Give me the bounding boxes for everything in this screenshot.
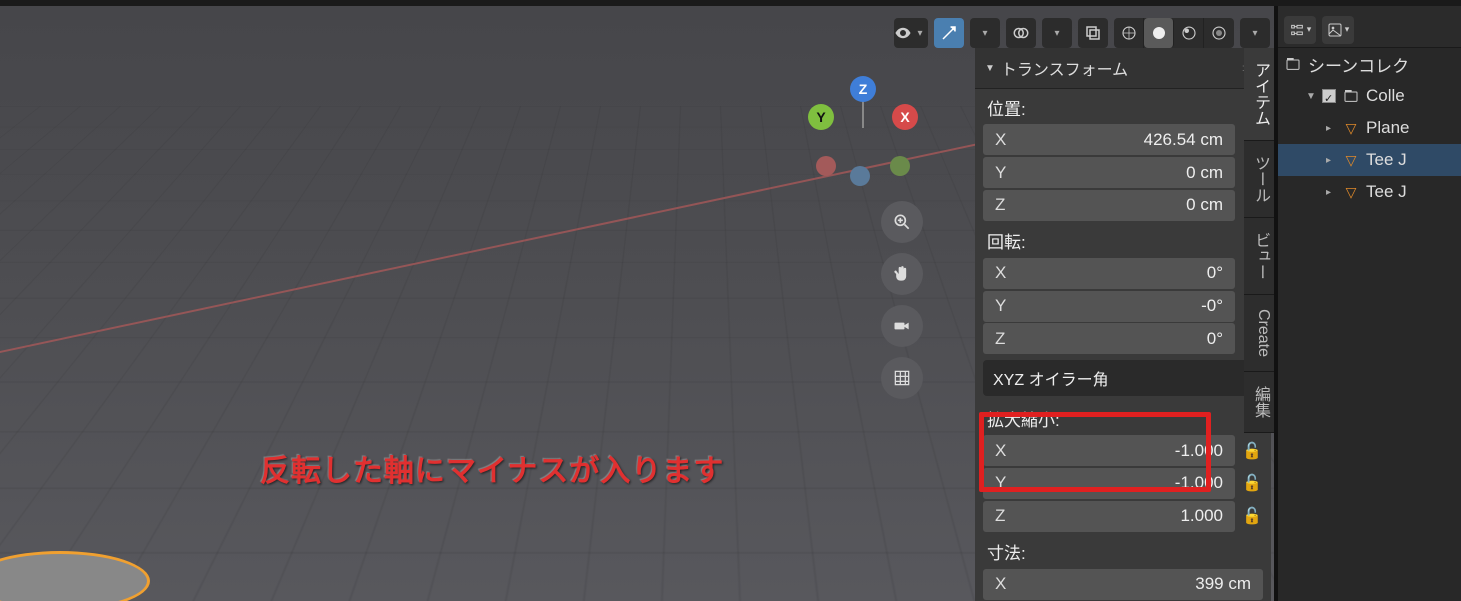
mesh-icon: ▽ bbox=[1342, 183, 1360, 201]
pan-button[interactable] bbox=[881, 253, 923, 295]
gizmo-neg-z[interactable] bbox=[850, 166, 870, 186]
mesh-icon: ▽ bbox=[1342, 151, 1360, 169]
expand-triangle-icon[interactable]: ▼ bbox=[1306, 91, 1316, 102]
lock-icon[interactable]: 🔓 bbox=[1241, 441, 1263, 461]
location-label: 位置: bbox=[975, 89, 1271, 124]
rotation-y-field[interactable]: Y-0° bbox=[983, 291, 1235, 322]
scale-label: 拡大縮小: bbox=[975, 400, 1271, 435]
dimensions-label: 寸法: bbox=[975, 533, 1271, 568]
location-y-field[interactable]: Y0 cm bbox=[983, 157, 1235, 188]
location-z-field[interactable]: Z0 cm bbox=[983, 190, 1235, 221]
rotation-mode-dropdown[interactable]: XYZ オイラー角 ⌄ bbox=[983, 360, 1263, 396]
overlap-circles-icon bbox=[1012, 24, 1030, 42]
collection-row[interactable]: ▼ Colle bbox=[1278, 80, 1461, 112]
magnify-icon bbox=[892, 212, 912, 232]
transform-panel-header[interactable]: ▼ トランスフォーム :::: bbox=[975, 48, 1271, 89]
shading-material[interactable] bbox=[1174, 18, 1204, 48]
collection-label: Colle bbox=[1366, 86, 1405, 106]
item-label: Tee J bbox=[1366, 182, 1407, 202]
perspective-toggle-button[interactable] bbox=[881, 357, 923, 399]
n-panel-tabs: アイテム ツール ビュー Create 編集 bbox=[1244, 48, 1278, 433]
scene-label: シーンコレク bbox=[1308, 52, 1409, 77]
tab-tool[interactable]: ツール bbox=[1244, 141, 1278, 218]
camera-view-button[interactable] bbox=[881, 305, 923, 347]
hand-icon bbox=[892, 264, 912, 284]
gizmo-toggle[interactable] bbox=[934, 18, 964, 48]
tab-item[interactable]: アイテム bbox=[1244, 48, 1278, 141]
scene-collection-row[interactable]: シーンコレク bbox=[1278, 48, 1461, 80]
shading-solid[interactable] bbox=[1144, 18, 1174, 48]
image-icon bbox=[1327, 22, 1343, 38]
item-label: Plane bbox=[1366, 118, 1409, 138]
outliner-item[interactable]: ▸ ▽ Tee J bbox=[1278, 176, 1461, 208]
shading-dropdown[interactable]: ▾ bbox=[1240, 18, 1270, 48]
overlay-dropdown[interactable]: ▾ bbox=[1042, 18, 1072, 48]
list-tree-icon bbox=[1289, 22, 1305, 38]
rotation-x-field[interactable]: X0° bbox=[983, 258, 1235, 289]
annotation-text: 反転した軸にマイナスが入ります bbox=[260, 446, 724, 490]
transform-panel: ▼ トランスフォーム :::: 位置: X426.54 cm 🔓 Y0 cm 🔓… bbox=[975, 48, 1271, 601]
tab-edit[interactable]: 編集 bbox=[1244, 372, 1278, 433]
dimension-x-field[interactable]: X399 cm bbox=[983, 569, 1263, 600]
navigation-gizmo[interactable]: Z X Y bbox=[808, 76, 918, 186]
outliner-filter-dropdown[interactable]: ▾ bbox=[1322, 16, 1354, 44]
visibility-dropdown[interactable]: ▾ bbox=[894, 18, 928, 48]
location-x-field[interactable]: X426.54 cm bbox=[983, 124, 1235, 155]
wireframe-icon bbox=[1120, 24, 1138, 42]
outliner-header: ▾ ▾ bbox=[1278, 12, 1461, 48]
grid-icon bbox=[892, 368, 912, 388]
lock-icon[interactable]: 🔓 bbox=[1241, 506, 1263, 526]
gizmo-neg-x[interactable] bbox=[816, 156, 836, 176]
rendered-icon bbox=[1210, 24, 1228, 42]
outliner-display-dropdown[interactable]: ▾ bbox=[1284, 16, 1316, 44]
solid-icon bbox=[1150, 24, 1168, 42]
material-icon bbox=[1180, 24, 1198, 42]
viewport-side-controls bbox=[881, 201, 923, 399]
collection-checkbox[interactable] bbox=[1322, 89, 1336, 103]
viewport-header: ▾ ▾ ▾ ▾ bbox=[894, 18, 1270, 48]
arrow-icon bbox=[940, 24, 958, 42]
collapse-triangle-icon: ▼ bbox=[985, 63, 995, 74]
tab-create[interactable]: Create bbox=[1244, 295, 1278, 372]
zoom-button[interactable] bbox=[881, 201, 923, 243]
panel-title: トランスフォーム bbox=[1001, 56, 1128, 80]
mesh-icon: ▽ bbox=[1342, 119, 1360, 137]
expand-triangle-icon[interactable]: ▸ bbox=[1326, 123, 1336, 134]
gizmo-z-axis[interactable]: Z bbox=[850, 76, 876, 102]
scale-x-field[interactable]: X-1.000 bbox=[983, 435, 1235, 466]
item-label: Tee J bbox=[1366, 150, 1407, 170]
shading-wireframe[interactable] bbox=[1114, 18, 1144, 48]
shading-rendered[interactable] bbox=[1204, 18, 1234, 48]
lock-icon[interactable]: 🔓 bbox=[1241, 473, 1263, 493]
scale-z-field[interactable]: Z1.000 bbox=[983, 501, 1235, 532]
shading-mode-group bbox=[1114, 18, 1234, 48]
rotation-z-field[interactable]: Z0° bbox=[983, 323, 1235, 354]
outliner-item[interactable]: ▸ ▽ Plane bbox=[1278, 112, 1461, 144]
outliner-item[interactable]: ▸ ▽ Tee J bbox=[1278, 144, 1461, 176]
eye-icon bbox=[894, 24, 912, 42]
rotation-label: 回転: bbox=[975, 222, 1271, 257]
tab-view[interactable]: ビュー bbox=[1244, 218, 1278, 295]
gizmo-dropdown[interactable]: ▾ bbox=[970, 18, 1000, 48]
xray-toggle[interactable] bbox=[1078, 18, 1108, 48]
collection-icon bbox=[1284, 55, 1302, 73]
xray-icon bbox=[1084, 24, 1102, 42]
expand-triangle-icon[interactable]: ▸ bbox=[1326, 187, 1336, 198]
scale-y-field[interactable]: Y-1.000 bbox=[983, 468, 1235, 499]
expand-triangle-icon[interactable]: ▸ bbox=[1326, 155, 1336, 166]
gizmo-neg-y[interactable] bbox=[890, 156, 910, 176]
outliner-panel: シーンコレク ▼ Colle ▸ ▽ Plane ▸ ▽ Tee J ▸ ▽ T… bbox=[1278, 48, 1461, 601]
gizmo-x-axis[interactable]: X bbox=[892, 104, 918, 130]
camera-icon bbox=[892, 316, 912, 336]
gizmo-y-axis[interactable]: Y bbox=[808, 104, 834, 130]
overlay-toggle[interactable] bbox=[1006, 18, 1036, 48]
collection-icon bbox=[1342, 87, 1360, 105]
